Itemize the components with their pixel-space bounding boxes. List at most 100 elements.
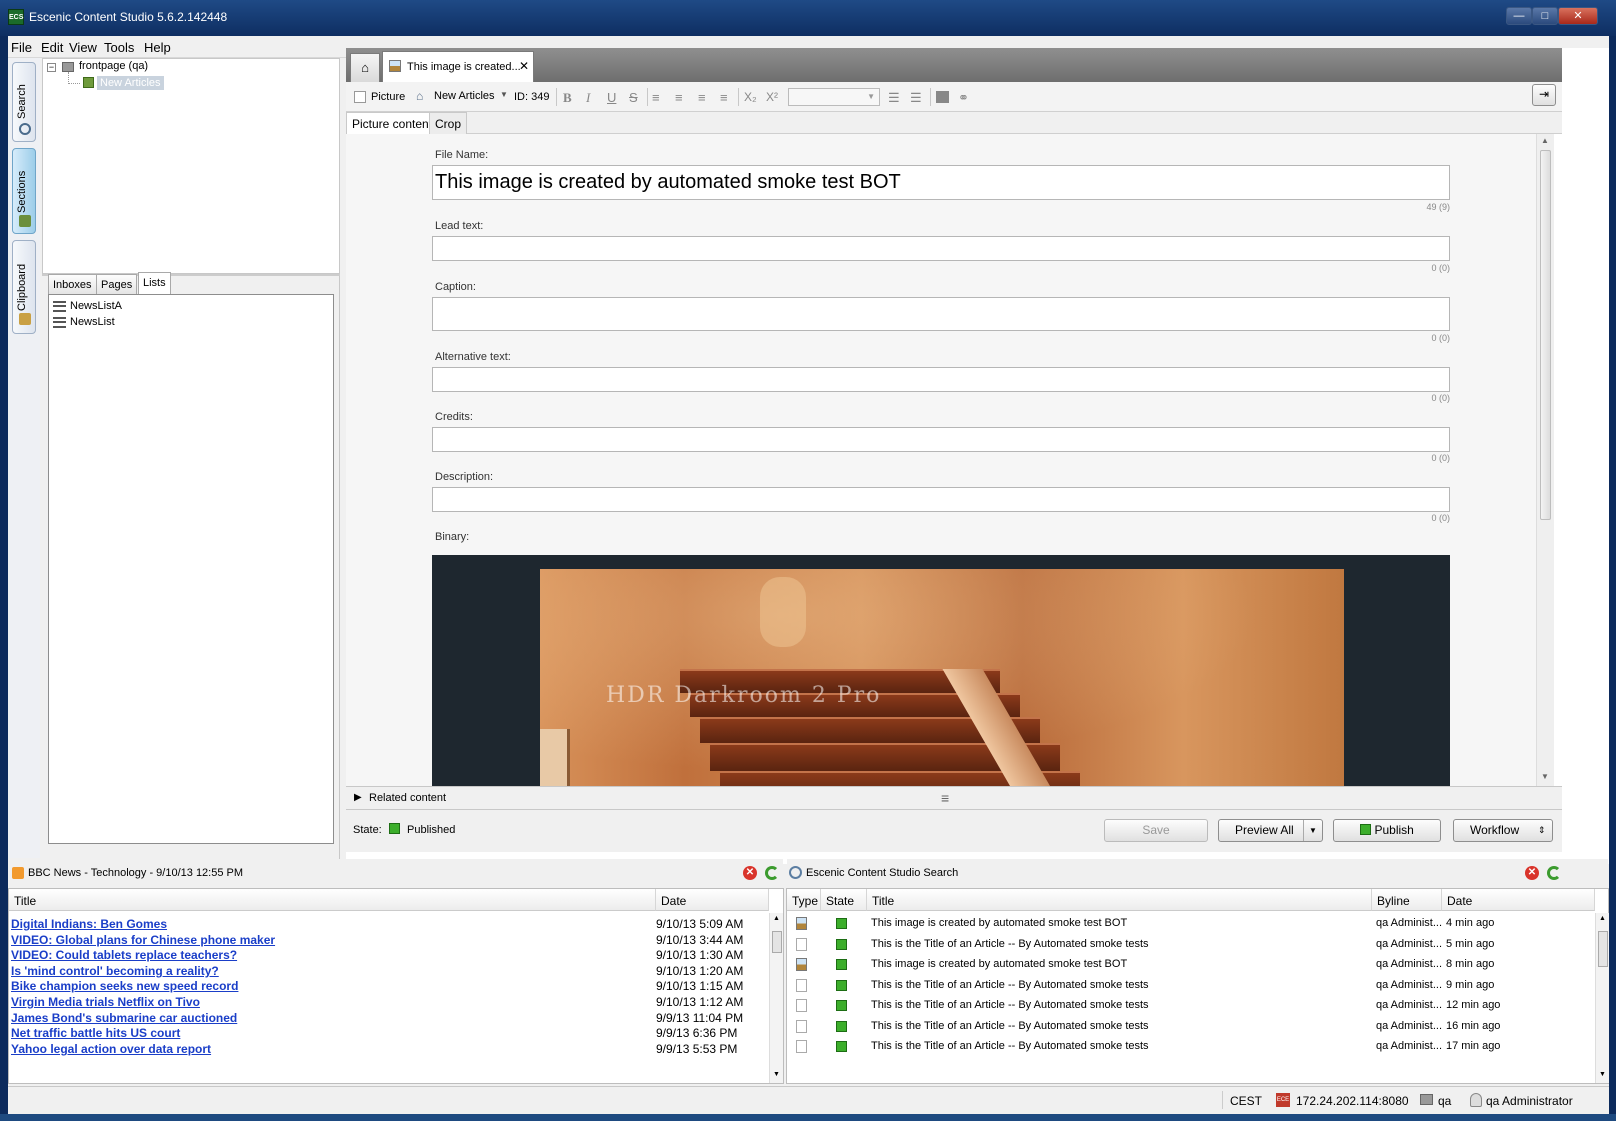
refresh-icon[interactable]	[765, 866, 779, 880]
close-icon[interactable]: ✕	[743, 866, 757, 880]
menu-help[interactable]: Help	[144, 40, 171, 55]
chevron-down-icon[interactable]: ▼	[1309, 820, 1317, 841]
section-selector[interactable]: New Articles	[434, 90, 495, 102]
chevron-down-icon[interactable]: ▼	[500, 90, 508, 99]
rss-row[interactable]: Bike champion seeks new speed record 9/10…	[11, 979, 771, 995]
search-result-row[interactable]: This is the Title of an Article -- By Au…	[787, 935, 1595, 955]
description-field[interactable]	[432, 487, 1450, 512]
rss-scrollbar[interactable]: ▲ ▼	[769, 913, 783, 1083]
tab-lists[interactable]: Lists	[138, 272, 171, 295]
vtab-clipboard[interactable]: Clipboard	[12, 240, 36, 334]
menu-edit[interactable]: Edit	[41, 40, 63, 55]
column-type[interactable]: Type	[787, 889, 821, 911]
close-icon[interactable]: ✕	[1525, 866, 1539, 880]
column-title[interactable]: Title	[9, 889, 656, 911]
refresh-icon[interactable]	[1547, 866, 1561, 880]
tree-item-new-articles[interactable]: New Articles	[97, 76, 164, 90]
expand-icon[interactable]: ▶	[354, 792, 362, 803]
rss-item-link[interactable]: Virgin Media trials Netflix on Tivo	[11, 995, 200, 1009]
column-title[interactable]: Title	[867, 889, 1372, 911]
publish-button[interactable]: Publish	[1333, 819, 1441, 842]
binary-preview[interactable]: HDR Darkroom 2 Pro	[432, 555, 1450, 786]
maximize-button[interactable]: □	[1532, 7, 1558, 25]
rss-row[interactable]: James Bond's submarine car auctioned 9/9/…	[11, 1011, 771, 1027]
search-result-row[interactable]: This is the Title of an Article -- By Au…	[787, 1037, 1595, 1057]
scroll-thumb[interactable]	[772, 931, 782, 953]
search-scrollbar[interactable]: ▲ ▼	[1595, 913, 1609, 1083]
subscript-icon[interactable]: X₂	[744, 90, 757, 104]
vtab-sections[interactable]: Sections	[12, 148, 36, 234]
rss-row[interactable]: VIDEO: Could tablets replace teachers? 9/…	[11, 948, 771, 964]
preview-all-button[interactable]: Preview All ▼	[1218, 819, 1323, 842]
document-tab[interactable]: This image is created... ✕	[382, 51, 534, 82]
tab-pages[interactable]: Pages	[96, 274, 138, 295]
list-item[interactable]: NewsListA	[70, 300, 122, 312]
tree-collapse-toggle[interactable]: −	[47, 63, 56, 72]
scroll-down-icon[interactable]: ▼	[1599, 1071, 1606, 1078]
scroll-down-icon[interactable]: ▼	[1541, 772, 1549, 781]
menu-view[interactable]: View	[69, 40, 97, 55]
rss-item-link[interactable]: Net traffic battle hits US court	[11, 1026, 180, 1040]
tree-root[interactable]: frontpage (qa)	[79, 60, 148, 72]
workflow-button[interactable]: Workflow ⇕	[1453, 819, 1553, 842]
close-tab-icon[interactable]: ✕	[519, 59, 529, 73]
rss-item-link[interactable]: James Bond's submarine car auctioned	[11, 1011, 237, 1025]
style-select[interactable]: ▼	[788, 88, 880, 106]
rss-item-link[interactable]: VIDEO: Global plans for Chinese phone ma…	[11, 933, 275, 947]
save-button[interactable]: Save	[1104, 819, 1208, 842]
numbered-list-icon[interactable]: ☰	[910, 90, 922, 106]
underline-icon[interactable]: U	[607, 90, 616, 105]
rss-item-link[interactable]: Is 'mind control' becoming a reality?	[11, 964, 219, 978]
scroll-thumb[interactable]	[1598, 931, 1608, 967]
rss-row[interactable]: Digital Indians: Ben Gomes 9/10/13 5:09 A…	[11, 917, 771, 933]
drag-handle-icon[interactable]: ≡	[941, 790, 949, 806]
rss-row[interactable]: Virgin Media trials Netflix on Tivo 9/10/…	[11, 995, 771, 1011]
rss-row[interactable]: Yahoo legal action over data report 9/9/1…	[11, 1042, 771, 1058]
scroll-up-icon[interactable]: ▲	[1541, 136, 1549, 145]
italic-icon[interactable]: I	[586, 90, 590, 106]
form-scrollbar[interactable]: ▲ ▼	[1536, 134, 1554, 786]
rss-row[interactable]: VIDEO: Global plans for Chinese phone ma…	[11, 933, 771, 949]
scroll-up-icon[interactable]: ▲	[1599, 915, 1606, 922]
credits-field[interactable]	[432, 427, 1450, 452]
align-right-icon[interactable]: ≡	[698, 90, 706, 105]
tab-crop[interactable]: Crop	[429, 112, 468, 134]
rss-item-link[interactable]: Digital Indians: Ben Gomes	[11, 917, 167, 931]
list-item[interactable]: NewsList	[70, 316, 115, 328]
align-left-icon[interactable]: ≡	[652, 90, 660, 105]
alt-text-field[interactable]	[432, 367, 1450, 392]
link-icon[interactable]: ⚭	[958, 90, 969, 106]
related-content-bar[interactable]: ▶ Related content ≡	[346, 786, 1562, 810]
search-result-row[interactable]: This image is created by automated smoke…	[787, 955, 1595, 975]
menu-file[interactable]: File	[11, 40, 32, 55]
column-date[interactable]: Date	[656, 889, 769, 911]
lead-text-field[interactable]	[432, 236, 1450, 261]
home-tab[interactable]: ⌂	[350, 53, 380, 82]
vtab-search[interactable]: Search	[12, 62, 36, 142]
scroll-thumb[interactable]	[1540, 150, 1551, 520]
rss-item-link[interactable]: Bike champion seeks new speed record	[11, 979, 238, 993]
scroll-up-icon[interactable]: ▲	[773, 915, 780, 922]
search-result-row[interactable]: This image is created by automated smoke…	[787, 914, 1595, 934]
column-date[interactable]: Date	[1442, 889, 1595, 911]
tab-inboxes[interactable]: Inboxes	[48, 274, 97, 295]
caption-field[interactable]	[432, 297, 1450, 331]
justify-icon[interactable]: ≡	[720, 90, 728, 105]
table-icon[interactable]	[936, 91, 949, 103]
rss-row[interactable]: Is 'mind control' becoming a reality? 9/1…	[11, 964, 771, 980]
search-result-row[interactable]: This is the Title of an Article -- By Au…	[787, 976, 1595, 996]
search-result-row[interactable]: This is the Title of an Article -- By Au…	[787, 1017, 1595, 1037]
bullet-list-icon[interactable]: ☰	[888, 90, 900, 106]
rss-item-link[interactable]: Yahoo legal action over data report	[11, 1042, 211, 1056]
file-name-field[interactable]: This image is created by automated smoke…	[432, 165, 1450, 200]
menu-tools[interactable]: Tools	[104, 40, 134, 55]
tab-picture-content[interactable]: Picture content	[346, 112, 439, 134]
rss-row[interactable]: Net traffic battle hits US court 9/9/13 6…	[11, 1026, 771, 1042]
bold-icon[interactable]: B	[563, 90, 572, 106]
search-result-row[interactable]: This is the Title of an Article -- By Au…	[787, 996, 1595, 1016]
superscript-icon[interactable]: X²	[766, 90, 778, 104]
rss-item-link[interactable]: VIDEO: Could tablets replace teachers?	[11, 948, 237, 962]
column-byline[interactable]: Byline	[1372, 889, 1442, 911]
scroll-down-icon[interactable]: ▼	[773, 1071, 780, 1078]
column-state[interactable]: State	[821, 889, 867, 911]
